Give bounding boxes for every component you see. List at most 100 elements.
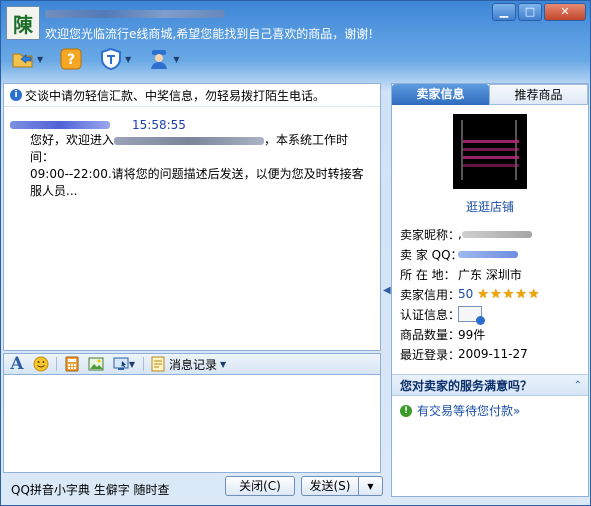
- nickname-redacted: [461, 230, 532, 238]
- chevron-down-icon: ▼: [37, 54, 44, 64]
- emoticon-button[interactable]: [32, 355, 50, 373]
- report-button[interactable]: ▼: [147, 47, 179, 71]
- credit-row: 卖家信用： 50 ★★★★★: [400, 284, 541, 304]
- chevron-down-icon: ▼: [173, 54, 180, 64]
- shop-logo[interactable]: [453, 114, 527, 189]
- calculator-icon: [65, 356, 79, 372]
- screenshot-button[interactable]: ▼: [111, 355, 137, 373]
- screenshot-icon: [113, 357, 129, 370]
- logo-stripe: [463, 156, 519, 159]
- send-button[interactable]: 发送(S): [301, 476, 359, 496]
- seller-name-redacted: [45, 10, 225, 18]
- cert-label: 认证信息：: [400, 307, 461, 322]
- certification-badge-icon[interactable]: [458, 306, 485, 325]
- collapse-panel-icon[interactable]: ◀: [383, 285, 391, 296]
- last-login-value: 2009-11-27: [458, 347, 528, 361]
- logo-stripe: [463, 148, 519, 151]
- tab-recommended[interactable]: 推荐商品: [489, 84, 588, 105]
- notice-text: 交谈中请勿轻信汇款、中奖信息，勿轻易拨打陌生电话。: [25, 88, 326, 103]
- message-input[interactable]: [3, 375, 381, 473]
- logo-stripe: [463, 140, 519, 143]
- police-icon: [147, 47, 171, 71]
- qq-row: 卖 家 QQ：: [400, 244, 541, 264]
- star-icon: ★: [527, 286, 540, 302]
- message-rest: 09:00--22:00.请将您的问题描述后发送，以便为您及时转接客服人员...: [30, 167, 364, 198]
- input-toolbar: A ▼ 消息记录 ▼: [3, 353, 381, 375]
- history-label: 消息记录: [169, 357, 218, 372]
- seller-tabs: 卖家信息 推荐商品: [392, 84, 588, 105]
- alert-icon: !: [400, 404, 412, 417]
- message-history[interactable]: i 交谈中请勿轻信汇款、中奖信息，勿轻易拨打陌生电话。 15:58:55 您好，…: [3, 83, 381, 351]
- last-login-label: 最近登录：: [400, 347, 461, 362]
- security-notice: i 交谈中请勿轻信汇款、中奖信息，勿轻易拨打陌生电话。: [4, 84, 380, 107]
- image-icon: [88, 357, 104, 371]
- send-options-button[interactable]: ▼: [359, 476, 383, 496]
- last-login-row: 最近登录： 2009-11-27: [400, 344, 541, 364]
- message-time: 15:58:55: [132, 118, 186, 132]
- sender-name-redacted: [10, 121, 110, 129]
- chat-window: 陳 欢迎您光临流行e线商城,希望您能找到自己喜欢的商品，谢谢! ▁ □ ✕ ▼ …: [0, 0, 591, 506]
- window-controls: ▁ □ ✕: [492, 3, 586, 21]
- close-window-button[interactable]: ✕: [544, 3, 586, 21]
- collapse-up-icon[interactable]: ⌃: [574, 380, 582, 391]
- chat-panel: i 交谈中请勿轻信汇款、中奖信息，勿轻易拨打陌生电话。 15:58:55 您好，…: [3, 83, 383, 498]
- help-button[interactable]: ?: [59, 47, 83, 71]
- calculator-button[interactable]: [63, 355, 81, 373]
- credit-value[interactable]: 50: [458, 287, 473, 301]
- window-subtitle: 欢迎您光临流行e线商城,希望您能找到自己喜欢的商品，谢谢!: [45, 27, 374, 41]
- toolbar-divider: [56, 357, 57, 371]
- shield-icon: [99, 47, 123, 71]
- font-button[interactable]: A: [8, 354, 26, 374]
- count-label: 商品数量：: [400, 327, 461, 342]
- credit-label: 卖家信用：: [400, 287, 461, 302]
- folder-send-icon: [11, 47, 35, 71]
- help-icon: ?: [59, 47, 83, 71]
- count-row: 商品数量： 99件: [400, 324, 541, 344]
- service-survey-header[interactable]: 您对卖家的服务满意吗？ ⌃: [392, 374, 588, 396]
- dictionary-link[interactable]: QQ拼音小字典 生僻字 随时查: [11, 481, 170, 498]
- toolbar-divider: [143, 357, 144, 371]
- maximize-button[interactable]: □: [518, 3, 542, 21]
- history-icon: [151, 356, 165, 372]
- star-icon: ★: [489, 286, 502, 302]
- message-header: 15:58:55: [10, 118, 186, 132]
- font-icon: A: [10, 354, 24, 374]
- tab-seller-info[interactable]: 卖家信息: [392, 84, 489, 105]
- qq-label: 卖 家 QQ：: [400, 247, 463, 262]
- message-body: 您好，欢迎进入 ，本系统工作时间： 09:00--22:00.请将您的问题描述后发…: [30, 132, 370, 200]
- minimize-button[interactable]: ▁: [492, 3, 516, 21]
- pending-payment-link[interactable]: 有交易等待您付款»: [417, 402, 520, 419]
- chevron-down-icon: ▼: [128, 359, 136, 369]
- chevron-down-icon: ▼: [125, 54, 132, 64]
- security-button[interactable]: ▼: [99, 47, 131, 71]
- seller-panel: 卖家信息 推荐商品 逛逛店铺 卖家昵称： , 卖 家 QQ： 所 在 地： 广东…: [391, 83, 589, 497]
- qq-redacted[interactable]: [458, 250, 518, 258]
- visit-shop-link[interactable]: 逛逛店铺: [392, 198, 588, 215]
- service-question: 您对卖家的服务满意吗？: [400, 378, 533, 393]
- location-value: 广东 深圳市: [458, 267, 522, 282]
- main-toolbar: ▼ ? ▼ ▼: [11, 47, 179, 71]
- seller-avatar[interactable]: 陳: [6, 6, 40, 40]
- smiley-icon: [33, 356, 49, 372]
- avatar-char: 陳: [13, 12, 33, 37]
- chevron-down-icon: ▼: [220, 359, 227, 369]
- star-icon: ★: [502, 286, 515, 302]
- logo-stripe: [463, 164, 519, 167]
- star-icon: ★: [515, 286, 527, 302]
- count-value: 99件: [458, 327, 486, 342]
- send-file-button[interactable]: ▼: [11, 47, 43, 71]
- star-icon: ★: [477, 286, 489, 302]
- location-row: 所 在 地： 广东 深圳市: [400, 264, 541, 284]
- message-history-button[interactable]: 消息记录 ▼: [150, 356, 226, 373]
- image-button[interactable]: [87, 355, 105, 373]
- message-prefix: 您好，欢迎进入: [30, 133, 115, 147]
- info-icon: i: [10, 89, 22, 101]
- store-name-redacted: [114, 136, 265, 145]
- location-label: 所 在 地：: [400, 267, 456, 282]
- close-button[interactable]: 关闭(C): [225, 476, 295, 496]
- nickname-label: 卖家昵称：: [400, 227, 461, 242]
- seller-info: 卖家昵称： , 卖 家 QQ： 所 在 地： 广东 深圳市 卖家信用： 50 ★…: [400, 224, 541, 364]
- pending-payment[interactable]: ! 有交易等待您付款»: [400, 402, 520, 419]
- credit-stars: ★★★★★: [477, 287, 540, 302]
- svg-text:?: ?: [67, 52, 75, 68]
